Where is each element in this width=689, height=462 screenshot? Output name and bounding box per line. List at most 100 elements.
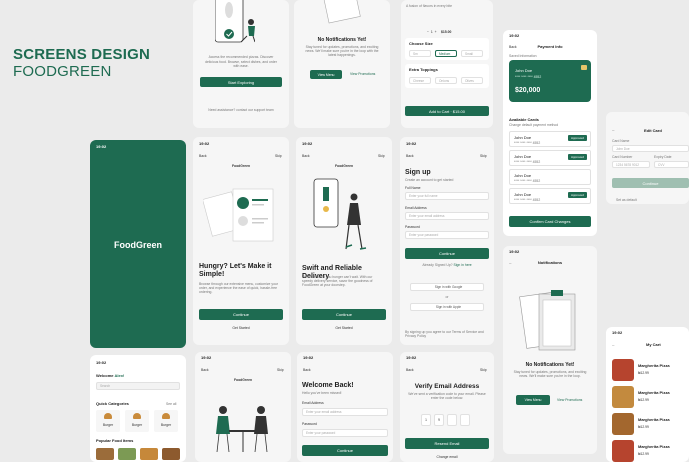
view-promotions-link[interactable]: View Promotions [350,72,375,76]
start-exploring-button[interactable]: Start Exploring [200,77,282,87]
apple-label: Sign in with Apple [435,305,462,309]
login-continue-button[interactable]: Continue [302,445,388,456]
topping-onions[interactable]: Onions [435,77,457,84]
google-signin-button[interactable]: Sign in with Google [410,283,484,291]
skip-link[interactable]: Skip [378,154,385,158]
confirm-card-changes-button[interactable]: Confirm Card Changes [509,216,591,227]
cart-item[interactable]: Margherita Pizza ₦12.99 [612,386,689,410]
category-card[interactable]: Burger [125,410,149,432]
onb1-continue-button[interactable]: Continue [199,309,283,320]
login-password-field[interactable]: Enter your password [302,429,388,437]
cart-item[interactable]: Margherita Pizza ₦12.99 [612,359,689,383]
clipboard-illustration [517,286,583,356]
back-link[interactable]: Back [303,368,311,372]
qty-stepper[interactable]: − 1 + [427,30,437,34]
otp-digit-4[interactable] [460,414,470,426]
skip-link[interactable]: Skip [480,368,487,372]
back-link[interactable]: Back [201,368,209,372]
resend-email-button[interactable]: Resend Email [405,438,489,449]
notif-empty-text: Stay tuned for updates, promotions, and … [513,370,587,378]
set-default-checkbox[interactable]: Set as default [616,198,637,202]
signup-title: Sign up [405,169,431,176]
expiry-field[interactable]: CVV [654,161,689,168]
have-account-text: Already Signed Up? [422,263,453,267]
category-card[interactable]: Burger [96,410,120,432]
view-menu-button[interactable]: View Menu [310,70,342,79]
edit-card-continue-button[interactable]: Continue [612,178,689,188]
card-chip-icon [581,65,587,70]
email-field[interactable]: Enter your email address [405,212,489,220]
card-row[interactable]: John Doe **** **** **** 4552 [509,169,591,185]
back-link[interactable]: Back [406,368,414,372]
food-thumb[interactable] [96,448,114,460]
otp-digit-1[interactable]: 1 [421,414,431,426]
top-price: $15.00 [441,30,452,34]
password-field[interactable]: Enter your password [405,231,489,239]
back-link[interactable]: Back [302,154,310,158]
skip-link[interactable]: Skip [277,368,284,372]
search-input[interactable]: Search [96,382,180,390]
edit-card-title: Edit Card [644,128,662,133]
food-thumb[interactable] [162,448,180,460]
view-promotions-link[interactable]: View Promotions [557,398,582,402]
onb1-title: Hungry? Let's Make it Simple! [199,263,272,278]
food-thumb[interactable] [140,448,158,460]
otp-digit-2[interactable]: 9 [434,414,444,426]
skip-link[interactable]: Skip [275,154,282,158]
get-started-link[interactable]: Get Started [193,326,289,330]
cart-item[interactable]: Margherita Pizza ₦12.99 [612,440,689,462]
signup-continue-button[interactable]: Continue [405,248,489,259]
verify-text: We've sent a verification code to your e… [408,392,486,400]
email-label: Email Address [405,206,427,210]
brand-label: FoodGreen [233,378,253,382]
status-time: 19:02 [199,141,210,146]
cart-item-name: Margherita Pizza [638,390,670,395]
onb2-continue-button[interactable]: Continue [302,309,386,320]
card-row[interactable]: John Doe **** **** **** 4552 Approved [509,188,591,204]
topping-cheese[interactable]: Cheese [409,77,431,84]
screen-cart: 19:02 ← My Cart Margherita Pizza ₦12.99 Ma… [606,327,689,462]
cart-item-price: ₦12.99 [638,371,649,375]
cart-item-name: Margherita Pizza [638,444,670,449]
card-row[interactable]: John Doe **** **** **** 4552 Approved [509,131,591,147]
cart-item[interactable]: Margherita Pizza ₦12.99 [612,413,689,437]
food-thumb[interactable] [118,448,136,460]
login-email-field[interactable]: Enter your email address [302,408,388,416]
support-link[interactable]: Need assistance? contact our support tea… [201,108,281,112]
change-email-link[interactable]: Change email [400,455,494,459]
card-name-field[interactable]: John Doe [612,145,689,152]
view-menu-button[interactable]: View Menu [516,395,550,405]
see-all-link[interactable]: See all [166,402,176,406]
size-option-medium[interactable]: Medium [435,50,457,57]
add-to-cart-button[interactable]: Add to Cart · $15.00 [405,106,489,116]
back-arrow-icon[interactable]: ← [612,343,615,347]
screen-notifications-top: No Notifications Yet! Stay tuned for upd… [294,0,390,128]
status-time: 19:02 [406,355,417,360]
category-card[interactable]: Burger [154,410,178,432]
status-time: 19:02 [303,355,314,360]
back-arrow-icon[interactable]: ← [612,128,615,132]
skip-link[interactable]: Skip [480,154,487,158]
popular-title: Popular Food Items [96,438,134,443]
full-name-field[interactable]: Enter your full name [405,192,489,200]
screen-product-detail: A fusion of flavors in every bite − 1 + … [401,0,493,128]
topping-olives[interactable]: Olives [461,77,483,84]
get-started-link[interactable]: Get Started [296,326,392,330]
credit-card[interactable]: John Doe **** **** **** 4552 $20,000 [509,60,591,102]
card-row-number: **** **** **** 4552 [514,141,541,145]
card-number-field[interactable]: 1234 5678 9012 [612,161,650,168]
apple-signin-button[interactable]: Sign in with Apple [410,303,484,311]
otp-digit-3[interactable] [447,414,457,426]
status-time: 19:02 [509,249,520,254]
size-option-sm[interactable]: Sm [409,50,431,57]
back-link[interactable]: Back [199,154,207,158]
card-row[interactable]: John Doe **** **** **** 4552 Approved [509,150,591,166]
choose-size-label: Choose Size [409,41,433,46]
sign-in-link[interactable]: Sign in here [454,263,472,267]
cart-title: My Cart [646,342,661,347]
user-name: Alex! [114,373,125,378]
card-row-number: **** **** **** 4552 [514,179,541,183]
size-option-small[interactable]: Small [461,50,483,57]
back-link[interactable]: Back [406,154,414,158]
terms-text[interactable]: By signing up you agree to our Terms of … [405,330,489,338]
